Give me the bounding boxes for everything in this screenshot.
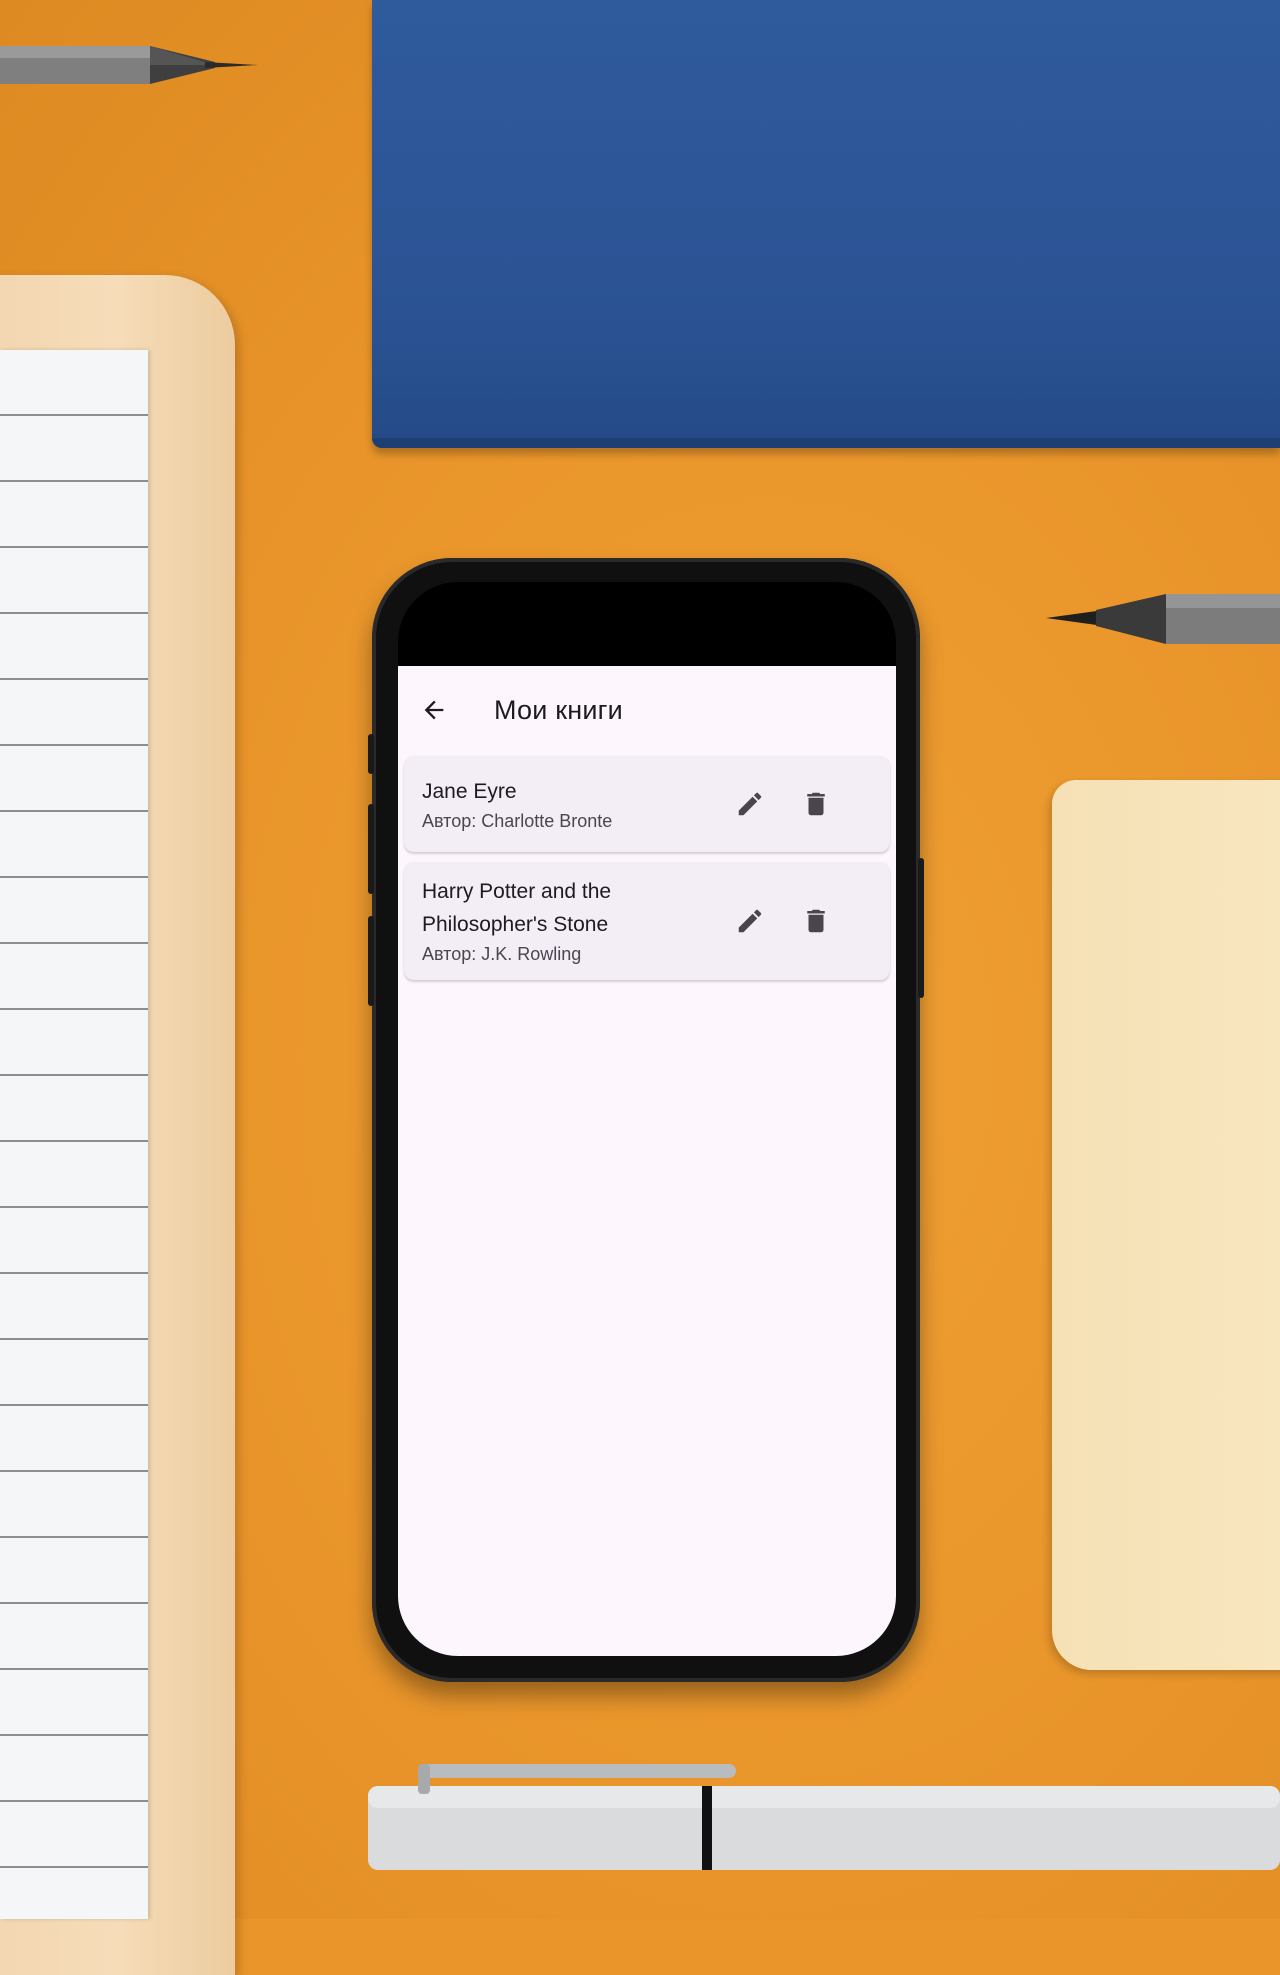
app-screen: Мои книги Jane Eyre Автор: Charlotte Bro… [398,666,896,1656]
delete-book-button[interactable] [788,776,844,832]
book-card[interactable]: Jane Eyre Автор: Charlotte Bronte [404,756,890,852]
trash-icon [807,792,825,816]
pencil-top [0,46,258,84]
page-title: Мои книги [494,694,623,725]
delete-book-button[interactable] [788,893,844,949]
book-title: Jane Eyre [422,779,517,803]
pencil-icon [738,909,762,933]
phone-notch [498,582,794,628]
edit-book-button[interactable] [722,776,778,832]
sticky-notepad [1052,780,1280,1670]
phone-volume-up [368,804,374,894]
phone-side-button [918,858,924,998]
back-button[interactable] [402,678,466,742]
pencil-icon [738,792,762,816]
arrow-left-icon [424,700,444,720]
white-pen [368,1764,1280,1870]
pencil-right [1046,594,1280,644]
app-bar: Мои книги [398,666,896,754]
blue-book [372,0,1280,448]
book-author: Автор: J.K. Rowling [422,944,582,964]
book-card[interactable]: Harry Potter and the Philosopher's Stone… [404,862,890,980]
book-title: Harry Potter and the Philosopher's Stone [422,880,612,936]
book-info: Jane Eyre Автор: Charlotte Bronte [422,775,722,834]
phone-screen: Мои книги Jane Eyre Автор: Charlotte Bro… [398,582,896,1656]
edit-book-button[interactable] [722,893,778,949]
lined-paper [0,350,148,1919]
book-author: Автор: Charlotte Bronte [422,810,613,831]
trash-icon [807,909,825,933]
phone-volume-down [368,916,374,1006]
book-list: Jane Eyre Автор: Charlotte Bronte Harry … [404,756,890,990]
book-info: Harry Potter and the Philosopher's Stone… [422,875,722,967]
phone-mute-switch [368,734,374,774]
